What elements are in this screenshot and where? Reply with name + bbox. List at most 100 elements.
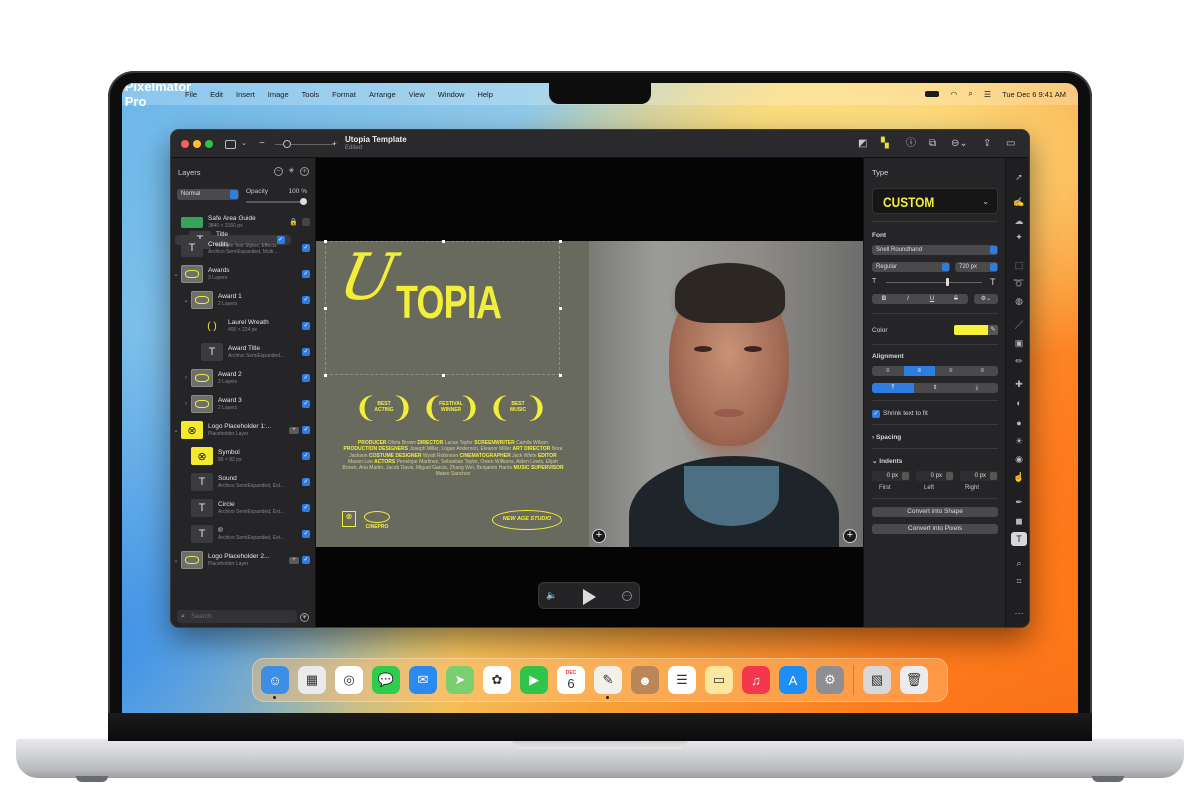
layer-row[interactable]: › Award 32 Layers ✓: [171, 391, 316, 417]
sidebar-toggle-icon[interactable]: [225, 140, 236, 149]
dock-app-maps[interactable]: ➤: [446, 666, 474, 694]
blur-tool-icon[interactable]: ●: [1011, 416, 1027, 430]
dock-app-notes[interactable]: ▭: [705, 666, 733, 694]
dock-app-trash[interactable]: 🗑: [900, 666, 928, 694]
layer-row[interactable]: T Circle Archivo SemiExpanded, Ext... ✓: [171, 495, 316, 521]
left-indent-field[interactable]: 0 px: [916, 471, 954, 481]
selection-handle[interactable]: [324, 374, 327, 377]
distort-tool-icon[interactable]: ◐: [1011, 396, 1027, 410]
layer-row[interactable]: › Award 22 Layers ✓: [171, 365, 316, 391]
dock-app-finder[interactable]: ☺: [261, 666, 289, 699]
visibility-checkbox[interactable]: ✓: [302, 452, 310, 460]
dock-app-safari[interactable]: ◎: [335, 666, 363, 694]
logo-placeholder-1[interactable]: ⊗: [342, 511, 356, 527]
minimize-button[interactable]: [193, 140, 201, 148]
shape-tool-icon[interactable]: ◼: [1011, 514, 1027, 528]
align-bottom-button[interactable]: ⤓: [956, 383, 998, 393]
add-symbol-button[interactable]: +: [592, 529, 606, 543]
dock-app-system-settings[interactable]: ⚙: [816, 666, 844, 694]
visibility-checkbox[interactable]: ✓: [302, 348, 310, 356]
first-indent-field[interactable]: 0 px: [872, 471, 910, 481]
visibility-checkbox[interactable]: ✓: [302, 374, 310, 382]
visibility-checkbox[interactable]: [302, 218, 310, 226]
more-options-icon[interactable]: ⊖⌄: [951, 138, 968, 150]
color-adjust-tool-icon[interactable]: ☁: [1011, 214, 1027, 228]
layer-stack-icon[interactable]: ◈: [287, 167, 296, 176]
visibility-checkbox[interactable]: ✓: [302, 296, 310, 304]
opacity-value[interactable]: 100 %: [289, 188, 307, 195]
opacity-slider[interactable]: [246, 201, 306, 203]
logo-placeholder-2[interactable]: CINEPRO: [364, 511, 390, 530]
disclosure-chevron-icon[interactable]: ⌄: [181, 297, 191, 304]
share-icon[interactable]: ⇪: [983, 138, 991, 150]
type-tool-icon[interactable]: T: [1011, 532, 1027, 546]
award-festival-winner[interactable]: ❨ ❩ FESTIVAL WINNER: [421, 391, 481, 427]
lock-icon[interactable]: 🔒: [289, 218, 298, 226]
selection-handle[interactable]: [442, 240, 445, 243]
text-color-well[interactable]: [954, 325, 988, 335]
layer-row[interactable]: ⌄ ⊗ Logo Placeholder 1:... Placeholder Laye…: [171, 417, 316, 443]
text-options-menu[interactable]: ⚙⌄: [974, 294, 998, 304]
dock-app-calendar[interactable]: DEC 6: [557, 666, 585, 694]
effects-tool-icon[interactable]: ✦: [1011, 230, 1027, 244]
lighten-tool-icon[interactable]: ☀: [1011, 434, 1027, 448]
selection-handle[interactable]: [559, 307, 562, 310]
retouch-tool-icon[interactable]: ✚: [1011, 377, 1027, 391]
dock-app-pixelmator-pro[interactable]: ✎: [594, 666, 622, 699]
align-center-button[interactable]: ≡: [903, 366, 935, 376]
award-best-music[interactable]: ❨ ❩ BEST MUSIC: [488, 391, 548, 427]
convert-into-pixels-button[interactable]: Convert into Pixels: [872, 524, 998, 534]
selection-handle[interactable]: [559, 374, 562, 377]
spacing-section[interactable]: › Spacing: [872, 434, 901, 441]
dock-app-facetime[interactable]: ▶: [520, 666, 548, 694]
layer-row[interactable]: T Credits Archivo SemiExpanded, Multi... ✓: [171, 235, 316, 261]
style-tool-icon[interactable]: ✍: [1011, 195, 1027, 209]
zoom-tool-icon[interactable]: ⌕: [1011, 556, 1027, 570]
selection-handle[interactable]: [559, 240, 562, 243]
shrink-text-checkbox[interactable]: ✓: [872, 410, 880, 418]
title-text[interactable]: TOPIA: [396, 279, 502, 325]
align-top-button[interactable]: ⤒: [872, 383, 914, 393]
select-tool-icon[interactable]: ⬚: [1011, 258, 1027, 272]
menu-insert[interactable]: Insert: [236, 90, 255, 99]
credits-block[interactable]: PRODUCER Olivia Brown DIRECTOR Lucas Tay…: [342, 440, 564, 478]
layer-row[interactable]: T Sound Archivo SemiExpanded, Ext... ✓: [171, 469, 316, 495]
align-right-button[interactable]: ≡: [935, 366, 967, 376]
zoom-slider-knob[interactable]: [283, 140, 291, 148]
underline-button[interactable]: U: [920, 294, 944, 304]
disclosure-chevron-icon[interactable]: ⌄: [171, 557, 181, 564]
dock-app-app-store[interactable]: A: [779, 666, 807, 694]
bold-button[interactable]: B: [872, 294, 896, 304]
zoom-window-button[interactable]: [205, 140, 213, 148]
font-size-slider[interactable]: [886, 282, 982, 283]
style-swatch-icon[interactable]: ▚: [881, 138, 889, 150]
quick-select-tool-icon[interactable]: ◍: [1011, 294, 1027, 308]
award-best-acting[interactable]: ❨ ❩ BEST ACTING: [354, 391, 414, 427]
dock-app-photos[interactable]: ✿: [483, 666, 511, 694]
font-size-slider-knob[interactable]: [945, 278, 949, 286]
selection-handle[interactable]: [324, 240, 327, 243]
placeholder-add-icon[interactable]: +: [289, 426, 299, 434]
disclosure-chevron-icon[interactable]: ⌄: [171, 271, 181, 278]
indents-section[interactable]: ⌄ Indents: [872, 457, 902, 465]
lasso-tool-icon[interactable]: ➰: [1011, 276, 1027, 290]
filter-icon[interactable]: ▾: [300, 613, 309, 622]
erase-tool-icon[interactable]: ✏: [1011, 354, 1027, 368]
visibility-checkbox[interactable]: ✓: [302, 426, 310, 434]
arrange-tool-icon[interactable]: ➚: [1011, 170, 1027, 184]
add-layer-icon[interactable]: +: [300, 167, 309, 176]
font-size-field[interactable]: 720 px: [955, 262, 998, 272]
visibility-checkbox[interactable]: ✓: [302, 504, 310, 512]
visibility-checkbox[interactable]: ✓: [302, 322, 310, 330]
menu-image[interactable]: Image: [268, 90, 289, 99]
menu-edit[interactable]: Edit: [210, 90, 223, 99]
italic-button[interactable]: I: [896, 294, 920, 304]
visibility-checkbox[interactable]: ✓: [302, 530, 310, 538]
eyedropper-icon[interactable]: ✎: [988, 325, 998, 335]
visibility-checkbox[interactable]: ✓: [302, 400, 310, 408]
strikethrough-button[interactable]: S: [944, 294, 968, 304]
arrange-icon[interactable]: ◩: [858, 138, 867, 150]
menu-arrange[interactable]: Arrange: [369, 90, 396, 99]
more-tool-icon[interactable]: ⋯: [1011, 606, 1027, 620]
align-justify-button[interactable]: ≡: [967, 366, 999, 376]
